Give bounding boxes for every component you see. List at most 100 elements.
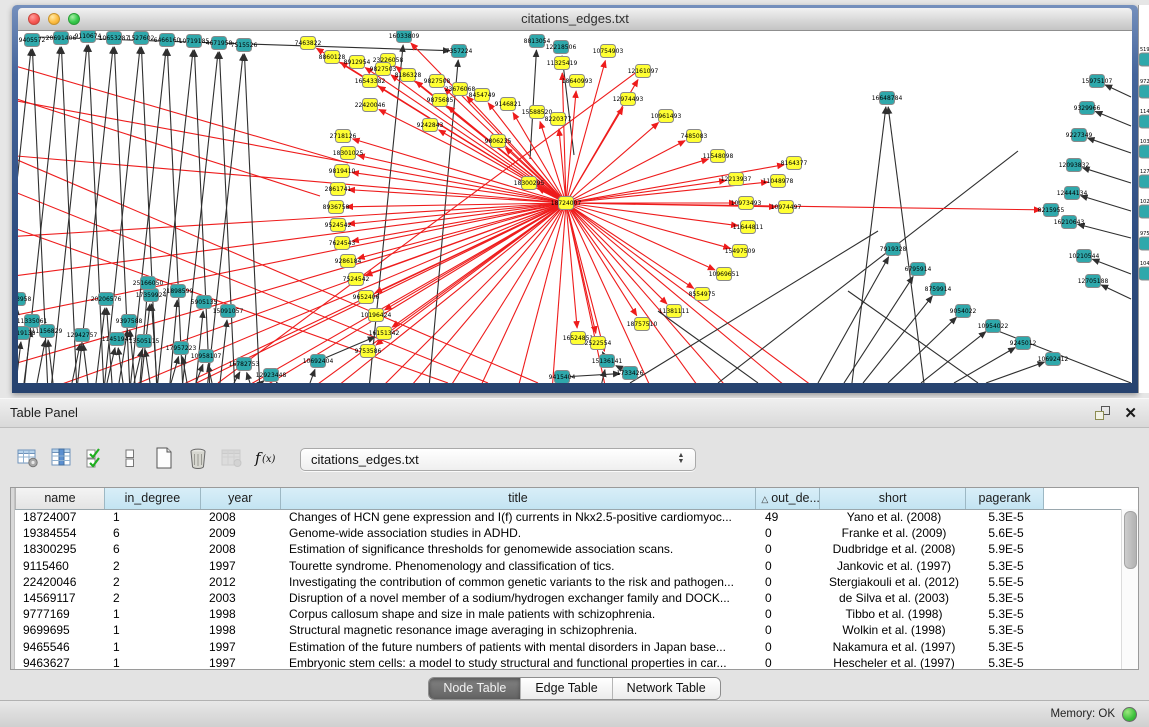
graph-node[interactable]: 20691406 bbox=[46, 32, 77, 45]
graph-node[interactable]: 7357224 bbox=[446, 45, 473, 58]
tab-edge-table[interactable]: Edge Table bbox=[521, 678, 612, 699]
graph-node[interactable]: 9329966 bbox=[1074, 102, 1101, 115]
table-row[interactable]: 1938455462009Genome-wide association stu… bbox=[15, 525, 1122, 541]
network-window-titlebar[interactable]: citations_edges.txt bbox=[18, 8, 1132, 31]
column-header-year[interactable]: year bbox=[201, 488, 281, 509]
table-row[interactable]: 1830029562008Estimation of significance … bbox=[15, 541, 1122, 557]
graph-node[interactable]: 15136141 bbox=[592, 355, 623, 368]
graph-node[interactable]: 11325419 bbox=[547, 57, 578, 70]
graph-node[interactable]: 9146821 bbox=[495, 98, 522, 111]
tab-node-table[interactable]: Node Table bbox=[429, 678, 521, 699]
graph-node[interactable]: 1527602 bbox=[128, 32, 155, 45]
close-panel-icon[interactable]: ✕ bbox=[1124, 406, 1137, 421]
column-header-name[interactable]: name bbox=[15, 488, 105, 509]
graph-node[interactable]: 7515526 bbox=[231, 39, 258, 52]
graph-node[interactable]: 12942757 bbox=[67, 329, 98, 342]
graph-node[interactable]: 16033809 bbox=[389, 31, 420, 43]
column-header-pagerank[interactable]: pagerank bbox=[966, 488, 1044, 509]
column-header-out_de[interactable]: △out_de... bbox=[756, 488, 820, 509]
tab-network-table[interactable]: Network Table bbox=[613, 678, 720, 699]
graph-node[interactable]: 18301025 bbox=[333, 147, 364, 160]
column-header-short[interactable]: short bbox=[820, 488, 966, 509]
function-builder-button[interactable]: f(x) bbox=[250, 444, 282, 474]
graph-node[interactable]: 7919328 bbox=[880, 243, 907, 256]
table-mode-button[interactable] bbox=[12, 444, 44, 474]
graph-node[interactable]: 9242843 bbox=[417, 119, 444, 132]
graph-node[interactable]: 9286184 bbox=[335, 255, 362, 268]
graph-node[interactable]: 7624543 bbox=[329, 237, 356, 250]
delete-table-button[interactable] bbox=[216, 444, 248, 474]
graph-node[interactable]: 9405572 bbox=[19, 34, 46, 47]
graph-node[interactable]: 22420046 bbox=[355, 99, 386, 112]
table-row[interactable]: 911546021997Tourette syndrome. Phenomeno… bbox=[15, 558, 1122, 574]
column-header-filler[interactable] bbox=[1044, 488, 1122, 509]
graph-node[interactable]: 16543382 bbox=[355, 75, 386, 88]
graph-node[interactable]: 9054022 bbox=[950, 305, 977, 318]
select-all-button[interactable] bbox=[80, 444, 112, 474]
graph-node[interactable]: 8759914 bbox=[925, 283, 952, 296]
memory-status-indicator[interactable] bbox=[1122, 707, 1137, 722]
graph-node[interactable]: 2718126 bbox=[330, 130, 357, 143]
graph-node[interactable]: 6466160 bbox=[154, 34, 181, 47]
new-column-button[interactable] bbox=[148, 444, 180, 474]
graph-node[interactable]: 10974497 bbox=[771, 201, 802, 214]
graph-node[interactable]: 9806235 bbox=[485, 135, 512, 148]
graph-node[interactable]: 8936758 bbox=[323, 201, 350, 214]
graph-node[interactable]: 10954022 bbox=[978, 320, 1009, 333]
graph-node[interactable]: 10973493 bbox=[731, 197, 762, 210]
graph-node[interactable]: 7463822 bbox=[295, 37, 322, 50]
graph-node[interactable]: 10653287 bbox=[99, 32, 130, 45]
graph-node[interactable]: 8164377 bbox=[781, 157, 808, 170]
graph-node[interactable]: 11381111 bbox=[659, 305, 690, 318]
graph-node[interactable]: 8554975 bbox=[689, 288, 716, 301]
graph-node[interactable]: 15497509 bbox=[725, 245, 756, 258]
graph-node[interactable]: 9397588 bbox=[116, 315, 143, 328]
graph-node[interactable]: 9245012 bbox=[1010, 337, 1037, 350]
column-header-title[interactable]: title bbox=[281, 488, 757, 509]
graph-node[interactable]: 12093832 bbox=[1059, 159, 1090, 172]
graph-node[interactable]: 8215955 bbox=[1038, 204, 1065, 217]
float-panel-icon[interactable] bbox=[1095, 406, 1110, 420]
table-row[interactable]: 2242004622012Investigating the contribut… bbox=[15, 574, 1122, 590]
show-columns-button[interactable] bbox=[46, 444, 78, 474]
graph-node[interactable]: 9524542 bbox=[325, 219, 352, 232]
graph-node[interactable]: 9110674 bbox=[75, 31, 102, 43]
graph-node[interactable]: 9913958 bbox=[18, 293, 32, 306]
graph-node[interactable]: 9753586 bbox=[355, 345, 382, 358]
table-row[interactable]: 977716911998Corpus callosum shape and si… bbox=[15, 606, 1122, 622]
graph-node[interactable]: 18757510 bbox=[627, 318, 658, 331]
graph-node[interactable]: 9819410 bbox=[329, 165, 356, 178]
table-selector-dropdown[interactable]: citations_edges.txt ▲▼ bbox=[300, 448, 696, 471]
graph-node[interactable]: 12923448 bbox=[256, 369, 287, 382]
graph-node[interactable]: 10754903 bbox=[593, 45, 624, 58]
table-row[interactable]: 969969511998Structural magnetic resonanc… bbox=[15, 622, 1122, 638]
graph-node[interactable]: 10692412 bbox=[1038, 353, 1069, 366]
table-row[interactable]: 946362711997Embryonic stem cells: a mode… bbox=[15, 655, 1122, 669]
graph-node[interactable]: 8186328 bbox=[395, 69, 422, 82]
graph-node[interactable]: 12974493 bbox=[613, 93, 644, 106]
table-vertical-scrollbar[interactable] bbox=[1121, 509, 1138, 669]
graph-node[interactable]: 11048978 bbox=[763, 175, 794, 188]
deselect-all-button[interactable] bbox=[114, 444, 146, 474]
graph-node[interactable]: 16210643 bbox=[1054, 216, 1085, 229]
graph-node[interactable]: 9227349 bbox=[1066, 129, 1093, 142]
graph-node[interactable]: 12213937 bbox=[721, 173, 752, 186]
graph-node[interactable]: 18640993 bbox=[562, 75, 593, 88]
table-row[interactable]: 1872400712008Changes of HCN gene express… bbox=[15, 509, 1122, 525]
network-canvas[interactable]: 1872400788601288912954232260589827503818… bbox=[18, 31, 1132, 383]
graph-node[interactable]: 4671958 bbox=[206, 37, 233, 50]
table-row[interactable]: 946554611997Estimation of the future num… bbox=[15, 639, 1122, 655]
background-network-window[interactable]: 5191018972714114351810328141270518102105… bbox=[1138, 5, 1149, 393]
graph-node[interactable]: 10196424 bbox=[361, 309, 392, 322]
network-graph[interactable]: 1872400788601288912954232260589827503818… bbox=[18, 31, 1132, 383]
graph-node[interactable]: 11548098 bbox=[703, 150, 734, 163]
graph-node[interactable]: 12444134 bbox=[1057, 187, 1088, 200]
graph-node[interactable]: 15091057 bbox=[213, 305, 244, 318]
graph-node[interactable]: 16648784 bbox=[872, 92, 903, 105]
table-row[interactable]: 1456911722003Disruption of a novel membe… bbox=[15, 590, 1122, 606]
graph-node[interactable]: 10961493 bbox=[651, 110, 682, 123]
graph-node[interactable]: 11644811 bbox=[733, 221, 764, 234]
column-header-in_degree[interactable]: in_degree bbox=[105, 488, 201, 509]
graph-node[interactable]: 5905135 bbox=[191, 296, 218, 309]
scrollbar-thumb[interactable] bbox=[1124, 511, 1137, 569]
